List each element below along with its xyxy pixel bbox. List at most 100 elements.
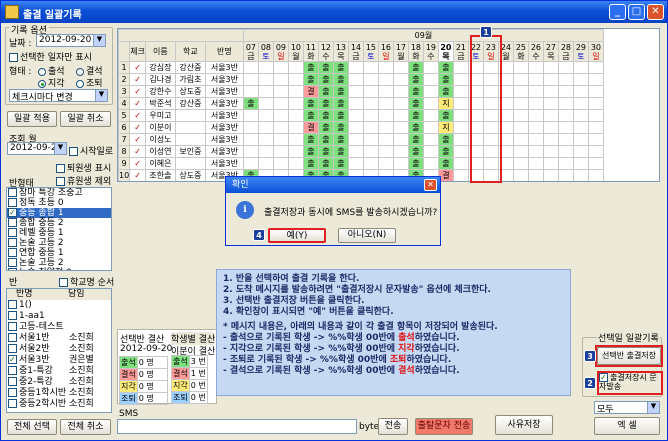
- attendance-cell[interactable]: 출: [302, 133, 319, 146]
- attendance-cell[interactable]: [558, 182, 573, 183]
- attendance-cell[interactable]: [587, 169, 604, 181]
- attendance-cell[interactable]: 결: [302, 121, 319, 134]
- attendance-cell[interactable]: [422, 157, 439, 170]
- attendance-cell[interactable]: [287, 85, 304, 98]
- attendance-cell[interactable]: [452, 145, 469, 158]
- attendance-cell[interactable]: [257, 85, 274, 98]
- grid-day-header[interactable]: 11 화: [302, 41, 319, 62]
- attendance-cell[interactable]: [542, 85, 559, 98]
- attendance-cell[interactable]: [257, 73, 274, 86]
- attendance-cell[interactable]: [377, 121, 394, 134]
- attendance-cell[interactable]: [527, 121, 544, 134]
- class-type-checkbox[interactable]: [8, 268, 17, 270]
- attendance-cell[interactable]: [527, 109, 544, 122]
- attendance-cell[interactable]: [587, 73, 604, 86]
- attendance-cell[interactable]: 출: [437, 133, 454, 146]
- attendance-cell[interactable]: [242, 133, 259, 146]
- attendance-cell[interactable]: [392, 73, 409, 86]
- attendance-cell[interactable]: [287, 97, 304, 110]
- class-list-row[interactable]: 1(): [7, 300, 111, 311]
- class-type-checkbox[interactable]: ✓: [8, 208, 17, 217]
- grid-row[interactable]: 9 ✓ 이혜은 서울3반 출 출 출 출 출: [118, 157, 604, 170]
- attendance-cell[interactable]: [362, 109, 379, 122]
- class-row-checkbox[interactable]: ✓: [8, 355, 17, 364]
- class-type-checkbox[interactable]: [8, 188, 17, 197]
- attendance-cell[interactable]: [422, 109, 439, 122]
- attendance-cell[interactable]: 출: [407, 121, 424, 134]
- attendance-cell[interactable]: [557, 61, 574, 74]
- grid-row[interactable]: 2 ✓ 김나경 가림초 서울3반 출 출 출 출 출: [118, 73, 604, 86]
- attendance-cell[interactable]: [528, 182, 543, 183]
- attendance-cell[interactable]: 출: [317, 85, 334, 98]
- attendance-cell[interactable]: [542, 169, 559, 181]
- attendance-cell[interactable]: [588, 182, 603, 183]
- grid-row-checkbox[interactable]: ✓: [129, 73, 146, 86]
- attendance-cell[interactable]: [512, 85, 529, 98]
- class-type-item[interactable]: 레벨 중등 1: [7, 228, 111, 238]
- start-day-checkbox[interactable]: [69, 147, 78, 156]
- attendance-cell[interactable]: 출: [302, 145, 319, 158]
- attendance-cell[interactable]: [422, 97, 439, 110]
- reason-save-button[interactable]: 사유저장: [495, 415, 553, 435]
- attendance-cell[interactable]: [527, 85, 544, 98]
- attendance-cell[interactable]: [242, 85, 259, 98]
- exclude-leave-checkbox[interactable]: [56, 177, 65, 186]
- attendance-cell[interactable]: [573, 182, 588, 183]
- attendance-cell[interactable]: 출: [407, 109, 424, 122]
- class-type-item[interactable]: ✓ 중등 종합 1: [7, 208, 111, 218]
- attendance-cell[interactable]: [377, 61, 394, 74]
- class-row-checkbox[interactable]: [8, 399, 17, 408]
- dialog-close-icon[interactable]: ✕: [424, 179, 437, 191]
- grid-row-checkbox[interactable]: ✓: [129, 97, 146, 110]
- grid-day-header[interactable]: 28 금: [557, 41, 574, 62]
- attendance-cell[interactable]: [452, 61, 469, 74]
- class-type-item[interactable]: 종합 중등 2: [7, 218, 111, 228]
- attendance-cell[interactable]: [542, 61, 559, 74]
- grid-day-header[interactable]: 08 토: [257, 41, 274, 62]
- attendance-cell[interactable]: [272, 85, 289, 98]
- attendance-cell[interactable]: 출: [437, 157, 454, 170]
- class-type-item[interactable]: 창마 특강 조중고: [7, 188, 111, 198]
- attendance-cell[interactable]: [452, 169, 469, 181]
- class-type-item[interactable]: 정독 초등 0: [7, 198, 111, 208]
- attendance-cell[interactable]: [347, 73, 364, 86]
- grid-day-header[interactable]: 09 일: [272, 41, 289, 62]
- attendance-cell[interactable]: 출: [437, 61, 454, 74]
- attendance-cell[interactable]: [362, 85, 379, 98]
- attendance-cell[interactable]: [453, 182, 468, 183]
- send-attendance-button[interactable]: 출탈문자 전송: [415, 418, 473, 435]
- attendance-cell[interactable]: 출: [317, 109, 334, 122]
- attendance-cell[interactable]: 결: [302, 85, 319, 98]
- select-all-button[interactable]: 전체 선택: [7, 419, 57, 435]
- attendance-cell[interactable]: [272, 73, 289, 86]
- attendance-cell[interactable]: [272, 121, 289, 134]
- attendance-cell[interactable]: [362, 121, 379, 134]
- sms-input[interactable]: [117, 419, 357, 434]
- attendance-cell[interactable]: 출: [332, 61, 349, 74]
- grid-day-header[interactable]: 25 화: [512, 41, 529, 62]
- attendance-cell[interactable]: 출: [317, 145, 334, 158]
- attendance-cell[interactable]: [422, 145, 439, 158]
- attendance-cell[interactable]: 출: [317, 61, 334, 74]
- grid-day-header[interactable]: 18 화: [407, 41, 424, 62]
- grid-row[interactable]: 4 ✓ 박준석 강산중 서울3반 출 출 출 출 출 지: [118, 97, 604, 110]
- attendance-cell[interactable]: [557, 169, 574, 181]
- attendance-cell[interactable]: [422, 121, 439, 134]
- attendance-cell[interactable]: [452, 73, 469, 86]
- attendance-cell[interactable]: [557, 109, 574, 122]
- attendance-cell[interactable]: [527, 97, 544, 110]
- show-dropouts-checkbox[interactable]: [56, 164, 65, 173]
- class-list-row[interactable]: 서울1반 소진희: [7, 333, 111, 344]
- attendance-cell[interactable]: [287, 73, 304, 86]
- attendance-cell[interactable]: [572, 109, 589, 122]
- attendance-cell[interactable]: [257, 121, 274, 134]
- class-list-row[interactable]: 중2-특강 소진희: [7, 377, 111, 388]
- attendance-cell[interactable]: 출: [332, 145, 349, 158]
- school-order-checkbox[interactable]: [59, 278, 68, 287]
- class-row-checkbox[interactable]: [8, 366, 17, 375]
- attendance-cell[interactable]: [257, 97, 274, 110]
- class-list-row[interactable]: 1-aa1: [7, 311, 111, 322]
- attendance-cell[interactable]: [512, 121, 529, 134]
- attendance-cell[interactable]: [572, 145, 589, 158]
- class-row-checkbox[interactable]: [8, 388, 17, 397]
